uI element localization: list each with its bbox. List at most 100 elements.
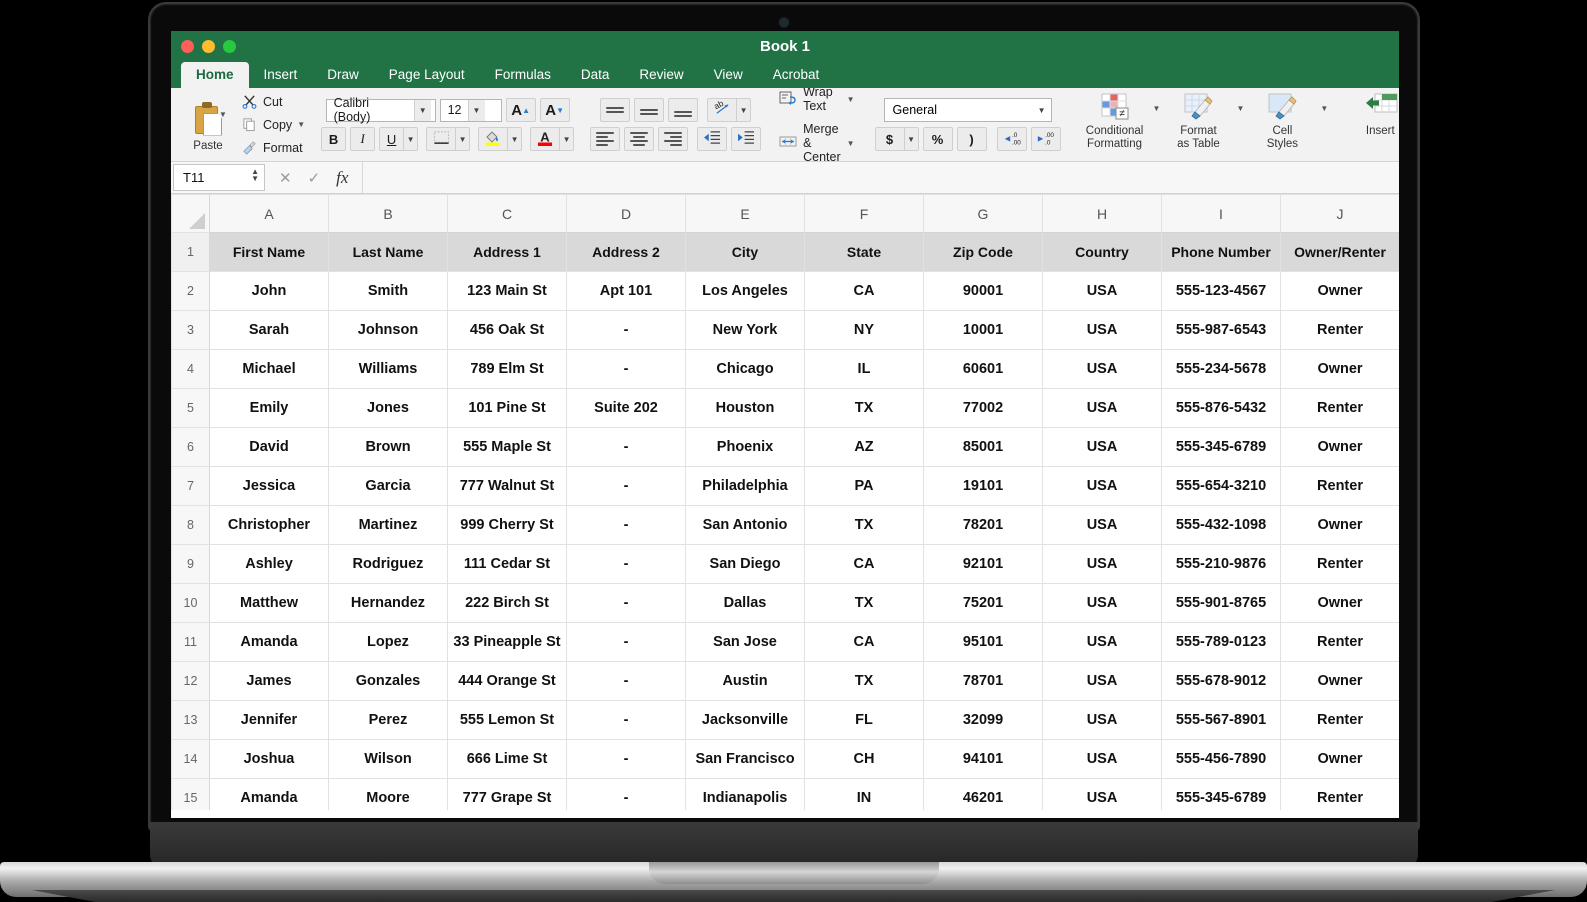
data-cell[interactable]: David (209, 427, 329, 467)
data-cell[interactable]: John (209, 271, 329, 311)
comma-style-button[interactable]: ) (956, 127, 987, 151)
borders-split-button[interactable]: ▼ (426, 127, 471, 151)
underline-button[interactable]: U (379, 127, 405, 151)
data-cell[interactable]: CA (804, 271, 924, 311)
insert-cells-button[interactable]: Insert (1344, 92, 1399, 138)
italic-button[interactable]: I (350, 127, 376, 151)
data-cell[interactable]: 777 Grape St (447, 778, 567, 810)
row-header[interactable]: 3 (171, 310, 210, 350)
data-cell[interactable]: Houston (685, 388, 805, 428)
data-cell[interactable]: IL (804, 349, 924, 389)
underline-dropdown-caret-icon[interactable]: ▼ (404, 127, 419, 151)
font-color-dropdown-caret-icon[interactable]: ▼ (560, 127, 575, 151)
data-cell[interactable]: Philadelphia (685, 466, 805, 506)
data-cell[interactable]: 123 Main St (447, 271, 567, 311)
confirm-formula-icon[interactable]: ✓ (308, 169, 321, 187)
data-cell[interactable]: - (566, 583, 686, 623)
data-cell[interactable]: USA (1042, 700, 1162, 740)
data-cell[interactable]: CA (804, 544, 924, 584)
window-controls[interactable] (181, 40, 236, 53)
column-header-g[interactable]: G (923, 194, 1043, 233)
row-header[interactable]: 13 (171, 700, 210, 740)
data-cell[interactable]: - (566, 739, 686, 779)
data-cell[interactable]: USA (1042, 661, 1162, 701)
data-cell[interactable]: IN (804, 778, 924, 810)
column-header-i[interactable]: I (1161, 194, 1281, 233)
data-cell[interactable]: 46201 (923, 778, 1043, 810)
data-cell[interactable]: 999 Cherry St (447, 505, 567, 545)
data-cell[interactable]: Wilson (328, 739, 448, 779)
header-cell[interactable]: Address 1 (447, 232, 567, 272)
orientation-button[interactable]: ab (707, 98, 738, 122)
format-as-table-button[interactable]: Format as Table (1162, 92, 1234, 151)
column-header-f[interactable]: F (804, 194, 924, 233)
data-cell[interactable]: Brown (328, 427, 448, 467)
column-header-e[interactable]: E (685, 194, 805, 233)
borders-dropdown-caret-icon[interactable]: ▼ (456, 127, 471, 151)
format-painter-button[interactable]: Format (241, 138, 305, 157)
data-cell[interactable]: USA (1042, 505, 1162, 545)
data-cell[interactable]: Moore (328, 778, 448, 810)
conditional-formatting-dropdown-caret-icon[interactable]: ▼ (1153, 104, 1161, 113)
data-cell[interactable]: - (566, 778, 686, 810)
data-cell[interactable]: Jacksonville (685, 700, 805, 740)
data-cell[interactable]: Rodriguez (328, 544, 448, 584)
header-cell[interactable]: Country (1042, 232, 1162, 272)
data-cell[interactable]: Owner (1280, 505, 1399, 545)
data-cell[interactable]: Owner (1280, 739, 1399, 779)
data-cell[interactable]: 33 Pineapple St (447, 622, 567, 662)
row-header[interactable]: 1 (171, 232, 210, 272)
data-cell[interactable]: CH (804, 739, 924, 779)
orientation-split-button[interactable]: ab ▼ (707, 98, 752, 122)
header-cell[interactable]: Owner/Renter (1280, 232, 1399, 272)
decrease-font-size-button[interactable]: A ▼ (539, 98, 570, 122)
decrease-decimal-button[interactable]: .00.0 (1030, 127, 1061, 151)
header-cell[interactable]: Zip Code (923, 232, 1043, 272)
data-cell[interactable]: Jennifer (209, 700, 329, 740)
data-cell[interactable]: Gonzales (328, 661, 448, 701)
header-cell[interactable]: Address 2 (566, 232, 686, 272)
data-cell[interactable]: USA (1042, 544, 1162, 584)
copy-dropdown-caret-icon[interactable]: ▼ (297, 120, 305, 129)
tab-insert[interactable]: Insert (249, 62, 313, 88)
data-cell[interactable]: Williams (328, 349, 448, 389)
data-cell[interactable]: 555-876-5432 (1161, 388, 1281, 428)
align-center-button[interactable] (624, 127, 655, 151)
data-cell[interactable]: USA (1042, 427, 1162, 467)
data-cell[interactable]: Owner (1280, 583, 1399, 623)
data-cell[interactable]: - (566, 310, 686, 350)
header-cell[interactable]: Last Name (328, 232, 448, 272)
minimize-button[interactable] (202, 40, 215, 53)
insert-function-icon[interactable]: fx (336, 168, 348, 188)
align-middle-button[interactable] (634, 98, 665, 122)
currency-dropdown-caret-icon[interactable]: ▼ (904, 127, 919, 151)
data-cell[interactable]: Austin (685, 661, 805, 701)
data-cell[interactable]: Renter (1280, 466, 1399, 506)
data-cell[interactable]: USA (1042, 271, 1162, 311)
bold-button[interactable]: B (321, 127, 347, 151)
data-cell[interactable]: Suite 202 (566, 388, 686, 428)
data-cell[interactable]: - (566, 700, 686, 740)
data-cell[interactable]: USA (1042, 388, 1162, 428)
data-cell[interactable]: Renter (1280, 310, 1399, 350)
data-cell[interactable]: Garcia (328, 466, 448, 506)
conditional-formatting-button[interactable]: ≠ Conditional Formatting (1079, 92, 1151, 151)
merge-center-button[interactable]: Merge & Center ▼ (779, 122, 855, 161)
data-cell[interactable]: Michael (209, 349, 329, 389)
fill-color-button[interactable] (478, 127, 509, 151)
currency-button[interactable]: $ (874, 127, 905, 151)
data-cell[interactable]: 32099 (923, 700, 1043, 740)
data-cell[interactable]: Lopez (328, 622, 448, 662)
data-cell[interactable]: 555 Lemon St (447, 700, 567, 740)
data-cell[interactable]: Emily (209, 388, 329, 428)
currency-split-button[interactable]: $ ▼ (874, 127, 919, 151)
header-cell[interactable]: State (804, 232, 924, 272)
tab-page-layout[interactable]: Page Layout (374, 62, 480, 88)
data-cell[interactable]: USA (1042, 466, 1162, 506)
data-cell[interactable]: Renter (1280, 388, 1399, 428)
data-cell[interactable]: 555-901-8765 (1161, 583, 1281, 623)
font-color-split-button[interactable]: A ▼ (530, 127, 575, 151)
data-cell[interactable]: Renter (1280, 544, 1399, 584)
cut-button[interactable]: Cut (241, 92, 305, 111)
wrap-text-button[interactable]: Wrap Text ▼ (779, 88, 855, 113)
